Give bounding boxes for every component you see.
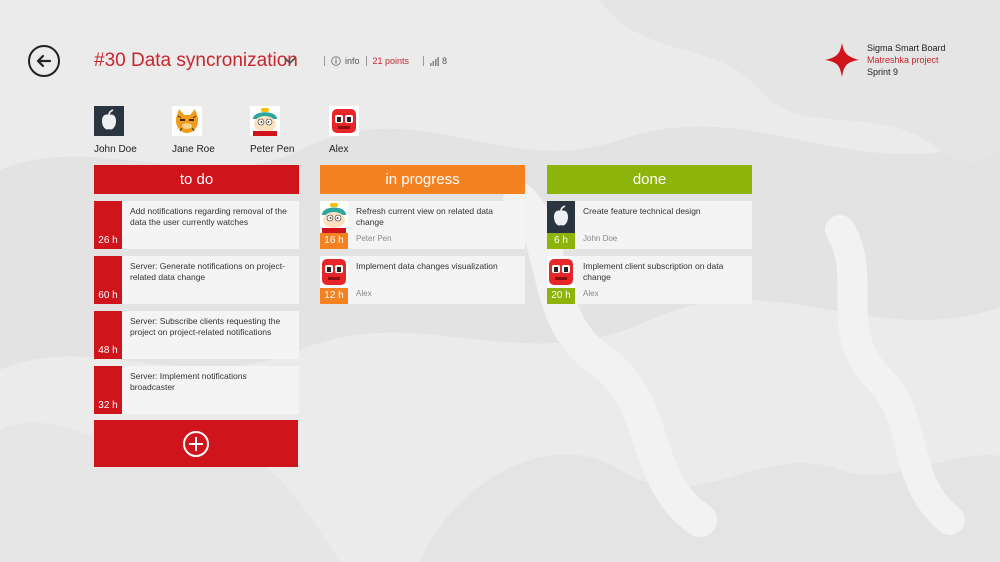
robot-avatar-icon [329,106,359,136]
team-member-john-doe[interactable]: John Doe [94,106,164,155]
apple-avatar-icon [94,106,124,136]
member-name: Peter Pen [250,144,295,155]
back-button[interactable] [28,45,60,77]
task-title: Implement client subscription on data ch… [583,261,724,282]
plus-circle-icon [183,430,209,457]
team-member-alex[interactable]: Alex [329,106,399,155]
cartoon-avatar-icon [250,106,280,136]
robot-avatar-icon [320,256,348,288]
task-count: 8 [442,56,448,66]
task-hours: 48 h [98,345,118,356]
task-title: Implement data changes visualization [356,261,498,271]
member-name: John Doe [94,144,137,155]
task-title: Server: Implement notifications broadcas… [130,371,247,392]
cartoon-avatar-icon [320,201,348,233]
task-hours: 12 h [320,288,348,304]
add-task-button[interactable] [94,420,298,467]
column-header-in-progress: in progress [320,165,525,194]
task-assignee: Alex [583,289,599,298]
brand-name: Sigma Smart Board [867,43,946,53]
task-hours: 26 h [98,235,118,246]
task-title: Server: Generate notifications on projec… [130,261,285,282]
task-hours: 60 h [98,290,118,301]
story-meta: info 21 points 8 [318,56,447,66]
team-member-peter-pen[interactable]: Peter Pen [250,106,320,155]
info-link[interactable]: info [331,56,360,66]
task-card[interactable]: 26 h Add notifications regarding removal… [94,201,299,249]
bar-chart-icon [430,56,440,66]
column-header-todo: to do [94,165,299,194]
info-label: info [345,56,360,66]
task-hours: 6 h [547,233,575,249]
task-card[interactable]: 32 h Server: Implement notifications bro… [94,366,299,414]
task-card[interactable]: 12 h Implement data changes visualizatio… [320,256,525,304]
task-title: Server: Subscribe clients requesting the… [130,316,281,337]
apple-avatar-icon [547,201,575,233]
points-badge: 21 points [372,56,410,66]
chevron-down-icon[interactable] [283,53,297,67]
task-title: Refresh current view on related data cha… [356,206,494,227]
task-card[interactable]: 16 h Refresh current view on related dat… [320,201,525,249]
task-title: Create feature technical design [583,206,701,216]
task-card[interactable]: 20 h Implement client subscription on da… [547,256,752,304]
task-card[interactable]: 6 h Create feature technical design John… [547,201,752,249]
task-assignee: John Doe [583,234,618,243]
task-hours: 16 h [320,233,348,249]
sigma-logo-icon [825,43,859,77]
arrow-left-icon [36,54,52,68]
robot-avatar-icon [547,256,575,288]
team-member-jane-roe[interactable]: Jane Roe [172,106,242,155]
task-hours: 32 h [98,400,118,411]
column-header-done: done [547,165,752,194]
task-card[interactable]: 60 h Server: Generate notifications on p… [94,256,299,304]
sprint-label: Sprint 9 [867,67,899,77]
member-name: Alex [329,144,349,155]
info-icon [331,56,341,66]
project-name[interactable]: Matreshka project [867,54,946,66]
member-name: Jane Roe [172,144,215,155]
cat-avatar-icon [172,106,202,136]
task-title: Add notifications regarding removal of t… [130,206,287,227]
task-assignee: Alex [356,289,372,298]
task-card[interactable]: 48 h Server: Subscribe clients requestin… [94,311,299,359]
task-hours: 20 h [547,288,575,304]
page-title: #30 Data syncronization [94,50,298,71]
task-assignee: Peter Pen [356,234,392,243]
